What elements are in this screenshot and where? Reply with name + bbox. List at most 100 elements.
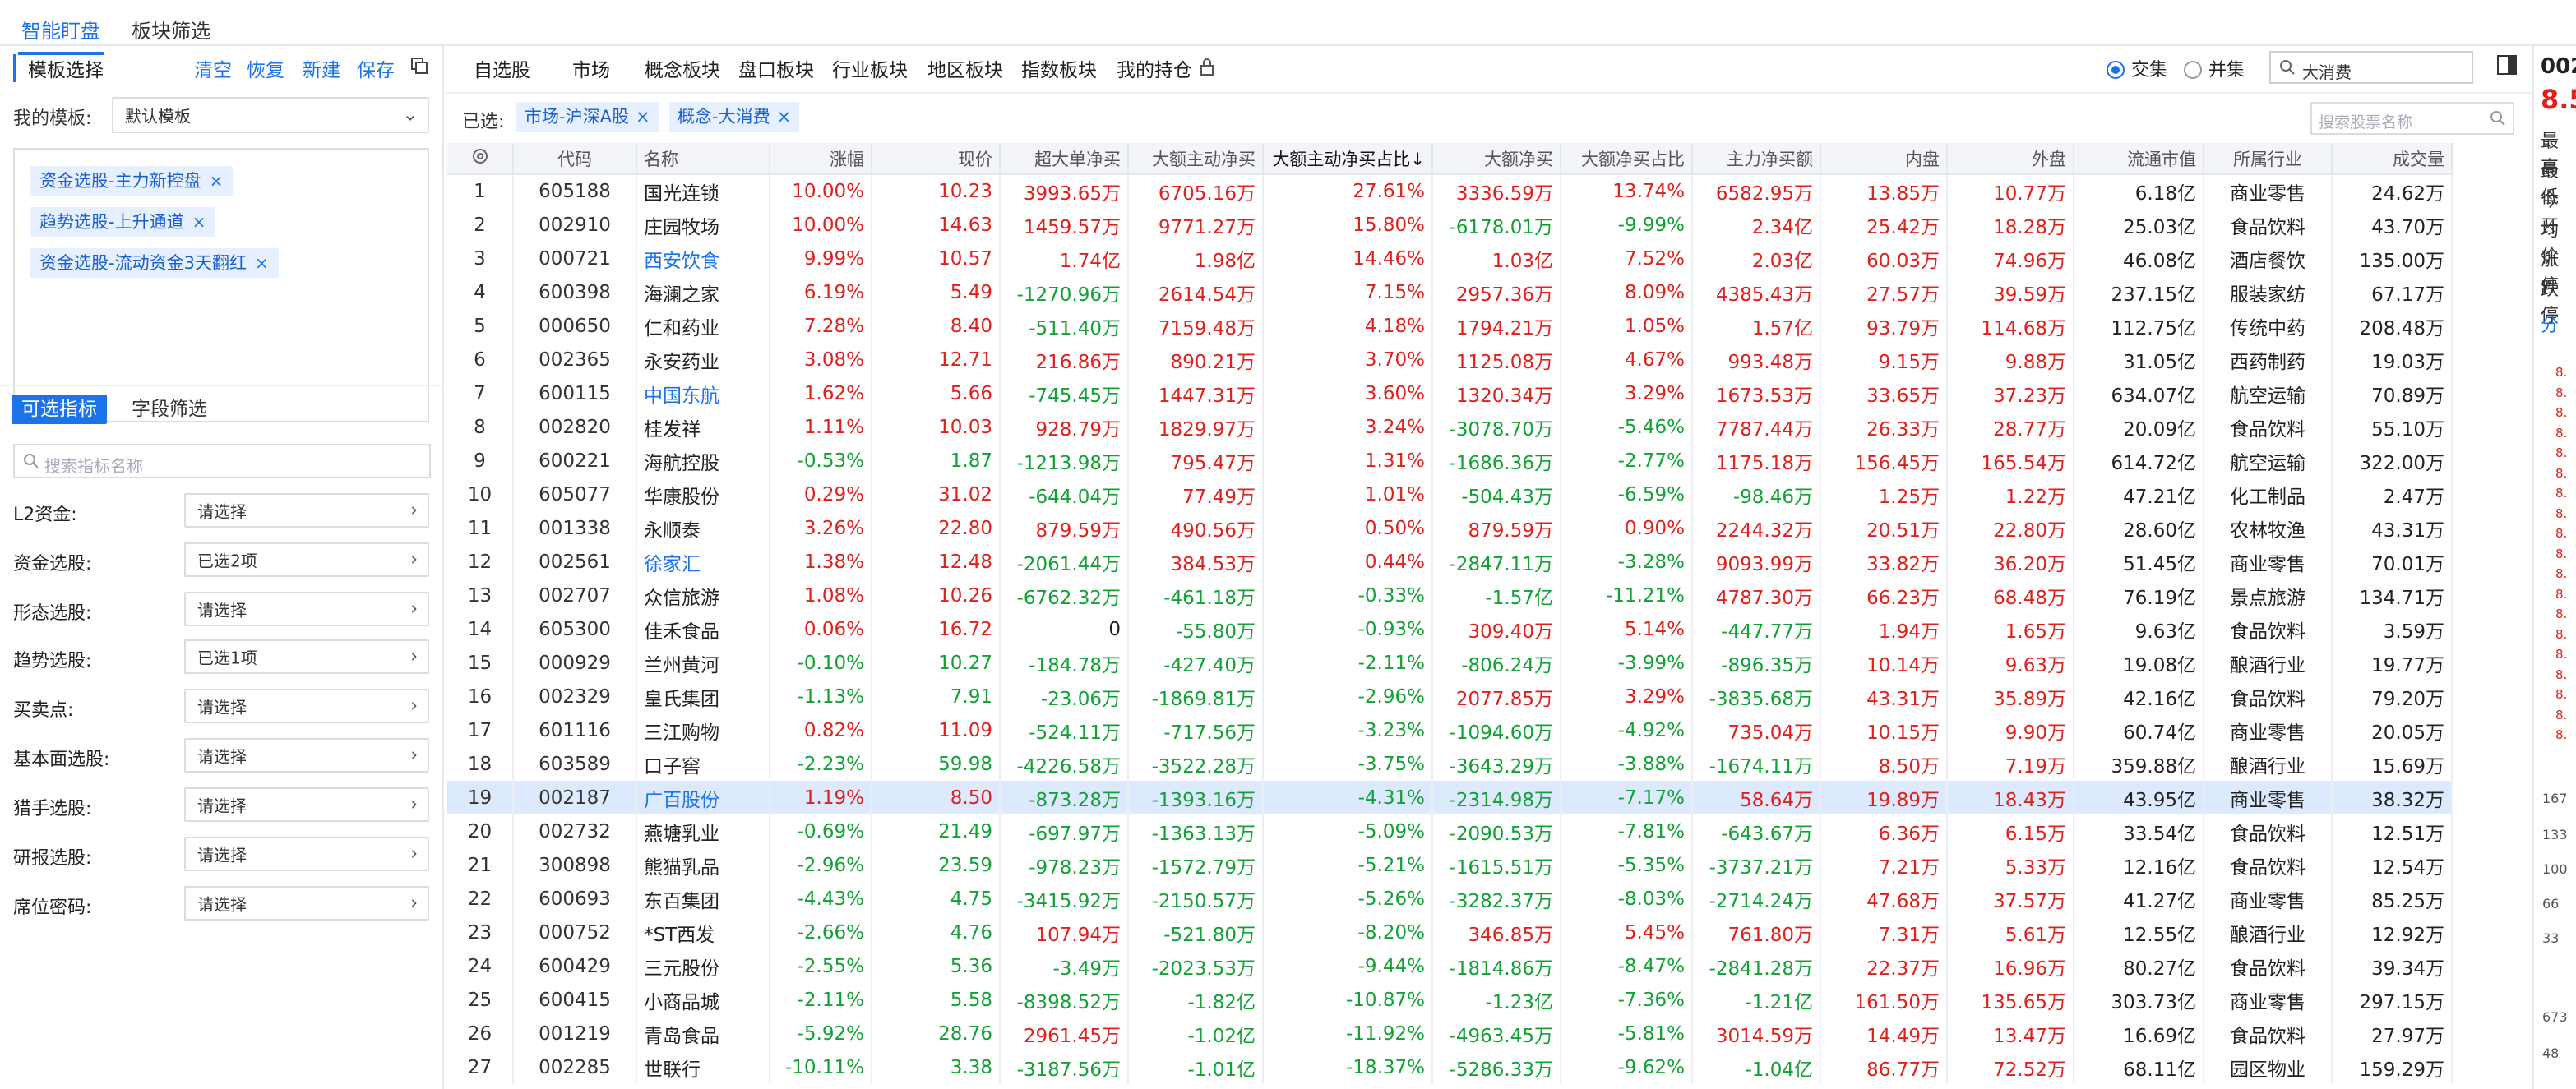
table-row[interactable]: 23 000752 *ST西发 -2.66% 4.76 107.94万 -521.80万 -8… xyxy=(447,916,2453,949)
column-settings-icon[interactable] xyxy=(447,143,514,175)
table-cell: 237.15亿 xyxy=(2074,275,2204,309)
table-row[interactable]: 15 000929 兰州黄河 -0.10% 10.27 -184.78万 -427.40万 -… xyxy=(447,646,2453,680)
filter-select[interactable]: 请选择 › xyxy=(184,493,429,528)
table-row[interactable]: 19 002187 广百股份 1.19% 8.50 -873.28万 -1393.16万 -4… xyxy=(447,781,2453,814)
stock-search-input[interactable]: 搜索股票名称 xyxy=(2310,102,2514,135)
copy-icon[interactable] xyxy=(409,56,429,76)
col-header[interactable]: 外盘 xyxy=(1947,143,2074,175)
table-cell: -745.45万 xyxy=(1000,376,1129,410)
table-cell: 2.47万 xyxy=(2332,478,2453,511)
my-template-value: 默认模板 xyxy=(125,106,191,127)
table-row[interactable]: 20 002732 燕塘乳业 -0.69% 21.49 -697.97万 -1363.13万… xyxy=(447,814,2453,848)
nav-market[interactable]: 市场 xyxy=(572,54,610,82)
table-cell: -504.43万 xyxy=(1432,478,1561,511)
template-tag[interactable]: 资金选股-主力新控盘 × xyxy=(30,166,234,196)
clear-button[interactable]: 清空 xyxy=(194,54,232,82)
filter-select[interactable]: 请选择 › xyxy=(184,787,429,822)
close-icon[interactable]: × xyxy=(255,253,269,273)
col-header-sorted[interactable]: 大额主动净买占比↓ xyxy=(1263,143,1433,175)
table-row[interactable]: 16 002329 皇氏集团 -1.13% 7.91 -23.06万 -1869.81万 -2… xyxy=(447,680,2453,713)
industry: 酿酒行业 xyxy=(2204,747,2333,781)
table-row[interactable]: 11 001338 永顺泰 3.26% 22.80 879.59万 490.56万 0.50%… xyxy=(447,511,2453,545)
nav-region[interactable]: 地区板块 xyxy=(927,54,1003,82)
template-tag[interactable]: 趋势选股-上升通道 × xyxy=(30,207,216,237)
selected-tag[interactable]: 概念-大消费 × xyxy=(669,102,800,132)
tab-optional-indicators[interactable]: 可选指标 xyxy=(12,395,107,424)
table-row[interactable]: 18 603589 口子窖 -2.23% 59.98 -4226.58万 -3522.28万… xyxy=(447,747,2453,781)
filter-select[interactable]: 请选择 › xyxy=(184,837,429,871)
tab-minute-chart[interactable]: 分 xyxy=(2541,311,2559,337)
close-icon[interactable]: × xyxy=(192,212,206,232)
table-row[interactable]: 5 000650 仁和药业 7.28% 8.40 -511.40万 7159.48万 4.18… xyxy=(447,309,2453,343)
table-row[interactable]: 6 002365 永安药业 3.08% 12.71 216.86万 890.21万 3.70%… xyxy=(447,343,2453,376)
table-row[interactable]: 25 600415 小商品城 -2.11% 5.58 -8398.52万 -1.82亿 -10… xyxy=(447,983,2453,1017)
my-template-select[interactable]: 默认模板 ⌄ xyxy=(112,97,429,133)
table-row[interactable]: 13 002707 众信旅游 1.08% 10.26 -6762.32万 -461.18万 -… xyxy=(447,579,2453,612)
filter-select[interactable]: 请选择 › xyxy=(184,886,429,921)
table-row[interactable]: 7 600115 中国东航 1.62% 5.66 -745.45万 1447.31万 3.60… xyxy=(447,376,2453,410)
save-button[interactable]: 保存 xyxy=(357,54,395,82)
nav-my-positions[interactable]: 我的持仓 xyxy=(1117,54,1192,82)
filter-select[interactable]: 已选1项 › xyxy=(184,639,429,674)
selected-tag[interactable]: 市场-沪深A股 × xyxy=(516,102,659,132)
restore-button[interactable]: 恢复 xyxy=(247,54,284,82)
table-row[interactable]: 1 605188 国光连锁 10.00% 10.23 3993.65万 6705.16万 27… xyxy=(447,174,2453,208)
nav-watchlist[interactable]: 自选股 xyxy=(474,54,530,82)
filter-select[interactable]: 已选2项 › xyxy=(184,542,429,577)
stock-name[interactable]: 广百股份 xyxy=(636,781,770,814)
filter-select[interactable]: 请选择 › xyxy=(184,689,429,723)
template-tag[interactable]: 资金选股-流动资金3天翻红 × xyxy=(30,248,279,278)
close-icon[interactable]: × xyxy=(636,107,650,127)
col-header[interactable]: 涨幅 xyxy=(770,143,872,175)
nav-index[interactable]: 指数板块 xyxy=(1021,54,1097,82)
table-row[interactable]: 14 605300 佳禾食品 0.06% 16.72 0 -55.80万 -0.93% 309.… xyxy=(447,612,2453,646)
table-row[interactable]: 9 600221 海航控股 -0.53% 1.87 -1213.98万 795.47万 1.3… xyxy=(447,444,2453,478)
table-row[interactable]: 26 001219 青岛食品 -5.92% 28.76 2961.45万 -1.02亿 -11… xyxy=(447,1017,2453,1050)
table-row[interactable]: 17 601116 三江购物 0.82% 11.09 -524.11万 -717.56万 -3… xyxy=(447,713,2453,747)
stock-name[interactable]: 西安饮食 xyxy=(636,242,770,275)
col-header[interactable]: 代码 xyxy=(513,143,637,175)
col-header[interactable]: 主力净买额 xyxy=(1692,143,1821,175)
col-header[interactable]: 大额主动净买 xyxy=(1128,143,1264,175)
sector-search-input[interactable]: 大消费 xyxy=(2269,51,2473,84)
filter-label: L2资金: xyxy=(13,505,77,525)
col-header[interactable]: 现价 xyxy=(872,143,1001,175)
panel-toggle-icon[interactable] xyxy=(2496,54,2518,76)
table-row[interactable]: 3 000721 西安饮食 9.99% 10.57 1.74亿 1.98亿 14.46% 1.0… xyxy=(447,242,2453,275)
stock-name[interactable]: 徐家汇 xyxy=(636,545,770,579)
close-icon[interactable]: × xyxy=(210,171,224,191)
tab-field-filter[interactable]: 字段筛选 xyxy=(122,395,217,424)
nav-industry[interactable]: 行业板块 xyxy=(832,54,908,82)
col-header[interactable]: 大额净买占比 xyxy=(1561,143,1693,175)
col-header[interactable]: 成交量 xyxy=(2332,143,2453,175)
tab-sector-filter[interactable]: 板块筛选 xyxy=(132,15,210,44)
col-header[interactable]: 大额净买 xyxy=(1432,143,1561,175)
nav-concept[interactable]: 概念板块 xyxy=(645,54,720,82)
row-index: 14 xyxy=(447,612,514,646)
table-row[interactable]: 27 002285 世联行 -10.11% 3.38 -3187.56万 -1.01亿 -18… xyxy=(447,1050,2453,1084)
table-row[interactable]: 2 002910 庄园牧场 10.00% 14.63 1459.57万 9771.27万 15… xyxy=(447,208,2453,242)
col-header[interactable]: 流通市值 xyxy=(2074,143,2204,175)
table-row[interactable]: 10 605077 华康股份 0.29% 31.02 -644.04万 77.49万 1.01… xyxy=(447,478,2453,511)
table-row[interactable]: 22 600693 东百集团 -4.43% 4.75 -3415.92万 -2150.57万… xyxy=(447,882,2453,916)
table-row[interactable]: 24 600429 三元股份 -2.55% 5.36 -3.49万 -2023.53万 -9.… xyxy=(447,949,2453,983)
radio-union[interactable]: 并集 xyxy=(2184,55,2245,81)
col-header[interactable]: 超大单净买 xyxy=(1000,143,1129,175)
table-row[interactable]: 4 600398 海澜之家 6.19% 5.49 -1270.96万 2614.54万 7.1… xyxy=(447,275,2453,309)
radio-intersection[interactable]: 交集 xyxy=(2107,55,2167,81)
col-header[interactable]: 所属行业 xyxy=(2204,143,2333,175)
table-row[interactable]: 21 300898 熊猫乳品 -2.96% 23.59 -978.23万 -1572.79万… xyxy=(447,848,2453,882)
close-icon[interactable]: × xyxy=(777,107,792,127)
filter-select[interactable]: 请选择 › xyxy=(184,592,429,626)
filter-select[interactable]: 请选择 › xyxy=(184,738,429,773)
col-header[interactable]: 名称 xyxy=(636,143,770,175)
stock-name[interactable]: 中国东航 xyxy=(636,376,770,410)
table-row[interactable]: 8 002820 桂发祥 1.11% 10.03 928.79万 1829.97万 3.24%… xyxy=(447,410,2453,444)
table-cell: 309.40万 xyxy=(1432,612,1561,646)
col-header[interactable]: 内盘 xyxy=(1820,143,1948,175)
tab-smart-watch[interactable]: 智能盯盘 xyxy=(18,15,104,55)
table-row[interactable]: 12 002561 徐家汇 1.38% 12.48 -2061.44万 384.53万 0.4… xyxy=(447,545,2453,579)
nav-handicap[interactable]: 盘口板块 xyxy=(738,54,814,82)
indicator-search-input[interactable]: 搜索指标名称 xyxy=(13,444,431,478)
new-button[interactable]: 新建 xyxy=(303,54,340,82)
